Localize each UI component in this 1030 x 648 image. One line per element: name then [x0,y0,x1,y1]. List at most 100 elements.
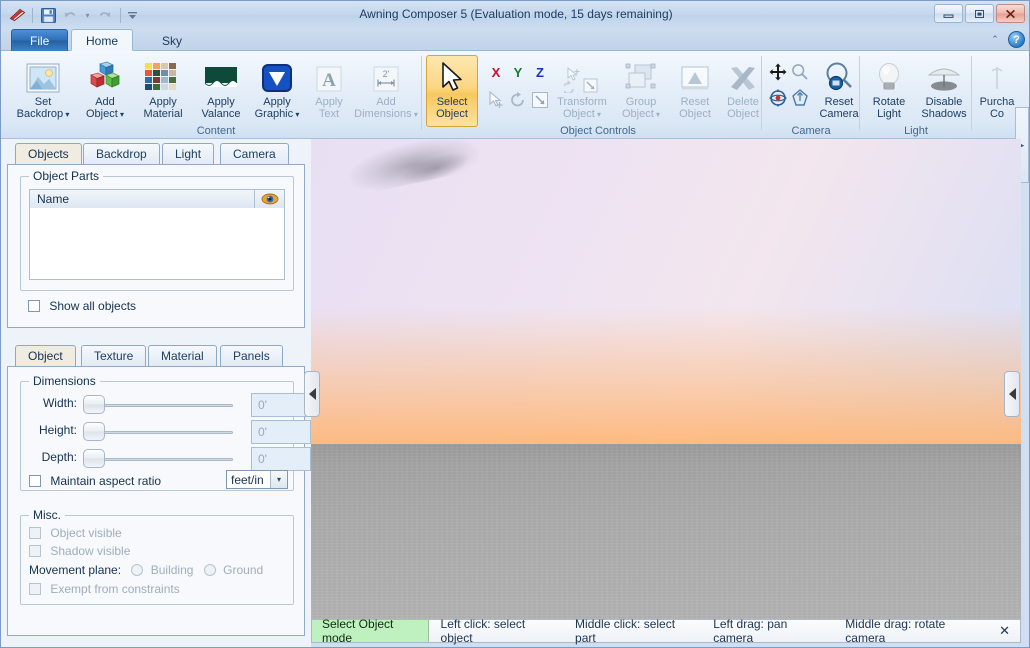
panel-tab-panels[interactable]: Panels [220,345,283,366]
axis-x-button[interactable]: X [485,61,507,83]
ribbon-separator-2 [761,56,762,130]
eye-icon[interactable] [254,190,284,208]
axis-y-button[interactable]: Y [507,61,529,83]
application-window: ▾ Awning Composer 5 (Evaluation mode, 15… [0,0,1030,648]
exempt-constraints-checkbox[interactable] [29,583,41,595]
movement-plane-ground-radio[interactable] [203,564,216,576]
zoom-camera-icon[interactable] [789,61,811,83]
object-visible-row[interactable]: Object visible [29,526,122,540]
width-row: Width: 0' [21,392,311,417]
status-hint-left-drag: Left drag: pan camera [713,617,788,645]
group-object-button[interactable]: Group Object ▾ [613,55,669,127]
movement-plane-ground-option[interactable]: Ground [203,563,264,577]
ribbon-group-label-content: Content [196,125,236,137]
exempt-constraints-row[interactable]: Exempt from constraints [29,582,180,596]
panel-tab-objects[interactable]: Objects [15,143,82,164]
apply-material-button[interactable]: Apply Material [135,55,191,127]
units-dropdown[interactable]: feet/in ▾ [226,470,288,489]
tab-file[interactable]: File [11,29,69,51]
backdrop-icon [26,59,60,93]
height-slider-thumb[interactable] [83,422,105,441]
apply-graphic-button[interactable]: Apply Graphic ▾ [249,55,305,127]
maximize-button[interactable] [965,4,994,23]
add-object-button[interactable]: Add Object ▾ [77,55,133,127]
set-backdrop-button[interactable]: Set Backdrop ▾ [15,55,71,127]
minimize-ribbon-icon[interactable]: ⌃ [988,33,1002,47]
height-label: Height: [38,423,77,437]
minimize-button[interactable] [934,4,963,23]
show-all-objects-row[interactable]: Show all objects [28,299,136,313]
purchase-label-1: Purcha [979,96,1015,108]
add-dimensions-label-1: Add [376,96,396,108]
disable-shadows-button[interactable]: Disable Shadows [915,55,973,127]
dimensions-title: Dimensions [29,374,100,388]
group-object-label-2: Object [621,108,654,120]
select-object-button[interactable]: Select Object [426,55,478,127]
width-slider-thumb[interactable] [83,395,105,414]
show-all-objects-checkbox[interactable] [28,300,40,312]
chevron-down-icon[interactable]: ▾ [270,471,287,488]
tab-sky[interactable]: Sky [147,29,197,51]
move-cursor-icon[interactable] [485,89,507,111]
graphic-icon [261,59,293,93]
reset-object-label-2: Object [679,108,711,120]
add-dimensions-button[interactable]: 2' Add Dimensions ▾ [353,55,419,127]
panel-tab-object[interactable]: Object [15,345,76,366]
panel-tab-light[interactable]: Light [162,143,215,164]
purchase-button[interactable]: Purcha Co [973,55,1017,127]
orbit-camera-icon[interactable] [767,87,789,109]
object-parts-list[interactable] [29,208,285,280]
panel-tab-texture[interactable]: Texture [81,345,147,366]
pan-camera-icon[interactable] [767,61,789,83]
dimensions-group: Dimensions Width: 0' Height: 0' Depth: 0… [20,374,311,491]
apply-text-button[interactable]: A Apply Text [301,55,357,127]
movement-plane-ground-label: Ground [223,563,264,577]
scale-icon[interactable] [529,89,551,111]
maintain-aspect-row[interactable]: Maintain aspect ratio [29,474,161,488]
panel-tab-material[interactable]: Material [148,345,217,366]
depth-label: Depth: [41,450,77,464]
ribbon-group-content: Set Backdrop ▾ Add Object ▾ Apply Materi… [1,51,419,139]
shadow-visible-checkbox[interactable] [29,545,41,557]
object-visible-checkbox[interactable] [29,527,41,539]
reset-object-icon [678,59,712,93]
ribbon-group-label-object-controls: Object Controls [560,125,636,137]
transform-object-label-1: Transform [557,96,607,108]
width-slider-track[interactable] [85,404,233,407]
movement-plane-building-radio[interactable] [131,564,144,576]
shadow-visible-row[interactable]: Shadow visible [29,544,130,558]
left-panel: Objects Backdrop Light Camera Object Par… [1,139,311,647]
collapse-left-panel-button[interactable] [304,371,320,417]
panel-tab-backdrop[interactable]: Backdrop [83,143,160,164]
viewport-3d[interactable] [311,139,1021,619]
apply-valance-label-1: Apply [207,96,235,108]
rotate-light-button[interactable]: Rotate Light [861,55,917,127]
height-value-field[interactable]: 0' [251,420,311,444]
collapse-right-panel-button[interactable] [1004,371,1020,417]
status-close-button[interactable]: ✕ [989,623,1020,639]
object-parts-list-header: Name [29,189,285,209]
transform-object-button[interactable]: Transform Object ▾ [551,55,613,127]
close-button[interactable] [996,4,1025,23]
title-bar: ▾ Awning Composer 5 (Evaluation mode, 15… [1,1,1029,29]
depth-slider-thumb[interactable] [83,449,105,468]
depth-slider-track[interactable] [85,458,233,461]
tab-home[interactable]: Home [71,29,134,51]
walk-camera-icon[interactable] [789,87,811,109]
valance-icon [203,59,239,93]
maintain-aspect-checkbox[interactable] [29,475,41,487]
width-value-field[interactable]: 0' [251,393,311,417]
height-slider-track[interactable] [85,431,233,434]
panel-tab-camera[interactable]: Camera [220,143,289,164]
rotate-icon[interactable] [507,89,529,111]
ribbon-separator-4 [971,56,972,130]
object-parts-title: Object Parts [29,169,104,183]
axis-z-button[interactable]: Z [529,61,551,83]
status-hint-left-click: Left click: select object [440,617,526,645]
depth-value-field[interactable]: 0' [251,447,311,471]
ribbon-separator-1 [421,56,422,130]
help-icon[interactable]: ? [1008,31,1025,48]
apply-valance-button[interactable]: Apply Valance [193,55,249,127]
movement-plane-building-option[interactable]: Building [131,563,196,577]
ribbon-group-object-controls: Select Object X Y Z Transform Object ▾ G… [423,51,761,139]
